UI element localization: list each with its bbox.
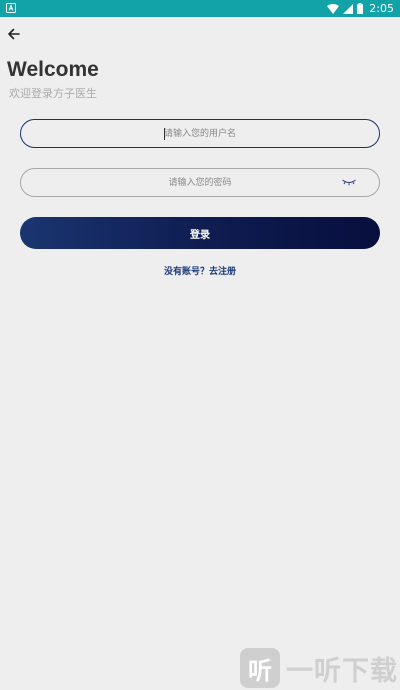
battery-icon [357,3,364,14]
eye-closed-icon[interactable] [341,177,357,187]
username-input[interactable] [48,127,352,140]
wifi-icon [327,3,340,14]
password-field[interactable] [20,168,380,197]
login-button[interactable]: 登录 [20,217,380,249]
text-cursor [164,128,165,140]
status-icons: 2:05 [327,0,394,17]
password-input[interactable] [48,176,352,189]
page-title: Welcome [7,58,99,81]
watermark-text: 一听下载 [286,655,398,687]
notification-a-icon [6,3,16,13]
clock: 2:05 [369,2,394,15]
username-field[interactable] [20,119,380,148]
page-subtitle: 欢迎登录方子医生 [9,87,97,100]
watermark: 听 一听下载 [240,648,398,688]
cell-signal-icon [343,3,354,14]
register-link[interactable]: 没有账号？去注册 [0,264,400,277]
arrow-left-icon[interactable] [5,25,23,43]
watermark-logo: 听 [240,648,280,688]
status-bar: 2:05 [0,0,400,17]
